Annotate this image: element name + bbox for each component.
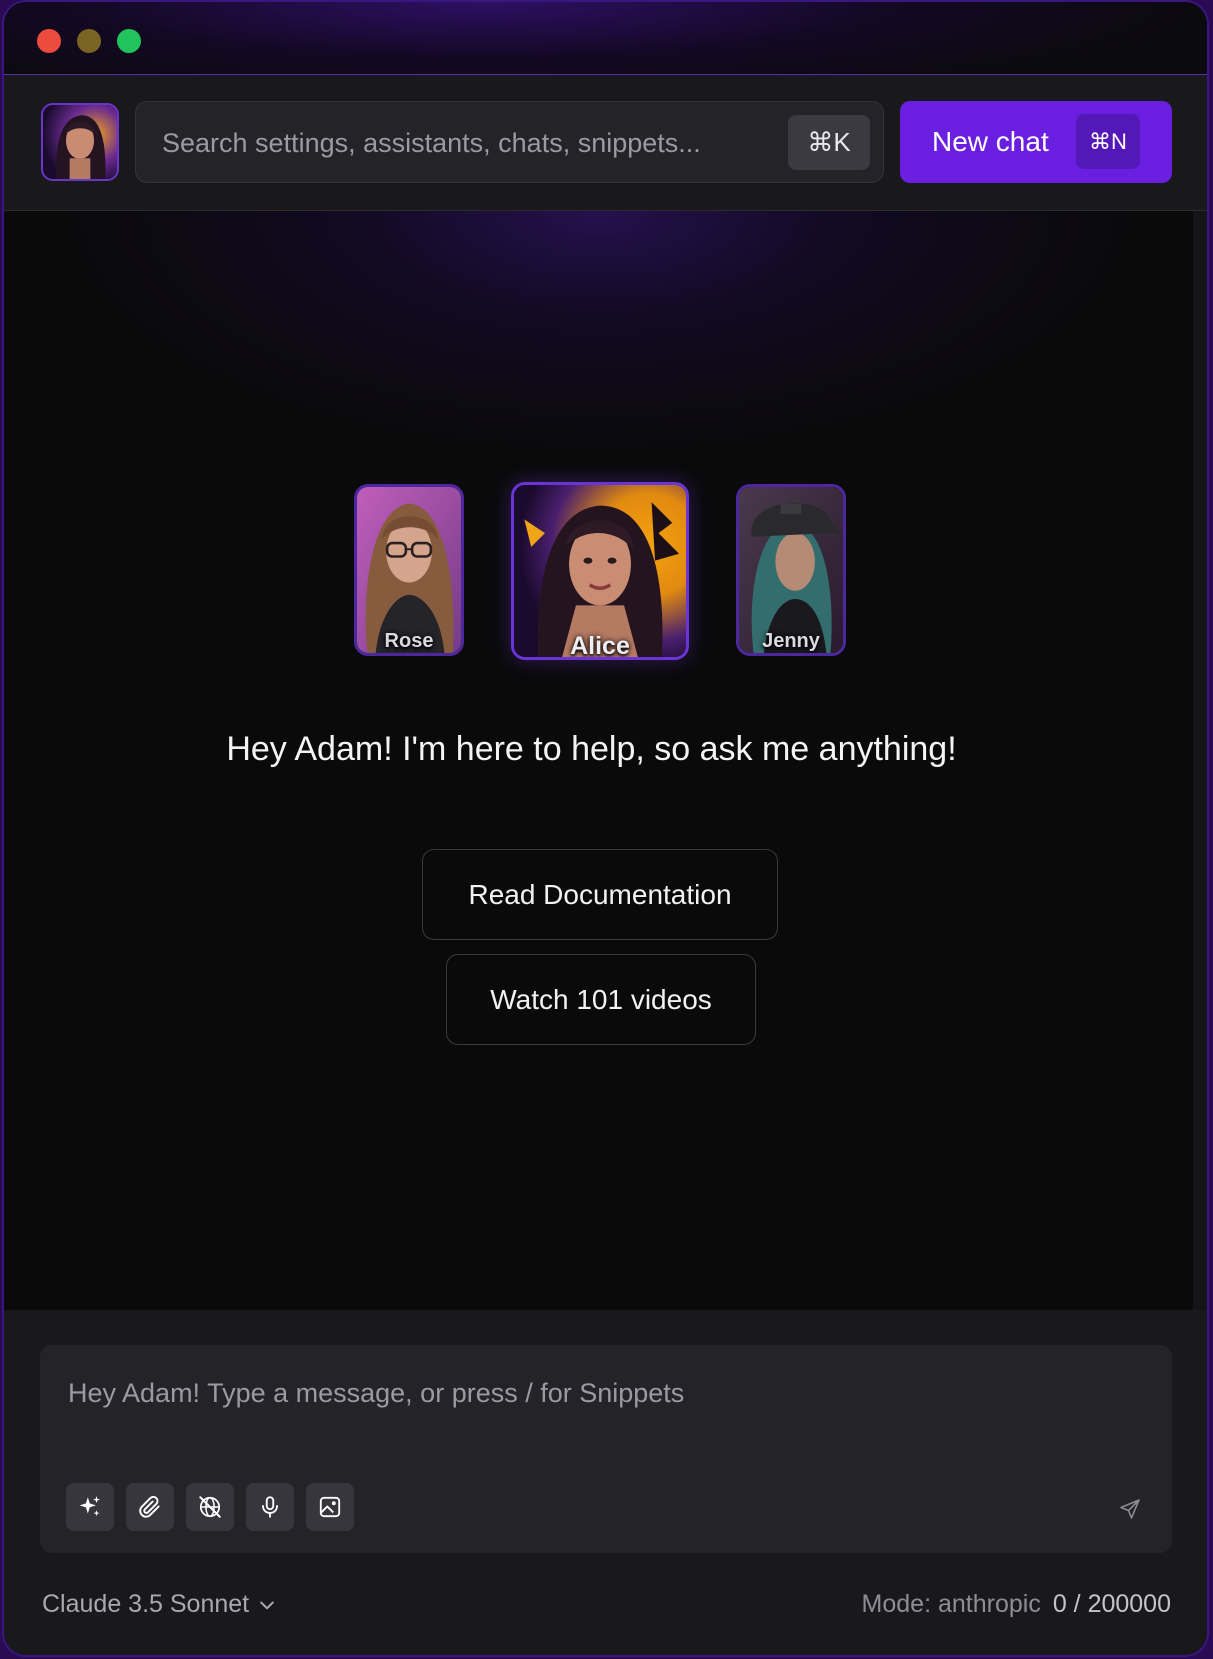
message-composer (40, 1345, 1172, 1553)
new-chat-button[interactable]: New chat ⌘N (900, 101, 1172, 183)
chevron-down-icon (260, 1601, 274, 1609)
search-shortcut-badge: ⌘K (788, 115, 870, 170)
attach-button[interactable] (126, 1483, 174, 1531)
assistant-card-alice[interactable]: Alice (511, 482, 689, 660)
paperclip-icon (139, 1495, 160, 1518)
new-chat-label: New chat (932, 126, 1049, 157)
web-search-toggle[interactable] (186, 1483, 234, 1531)
image-button[interactable] (306, 1483, 354, 1531)
send-button[interactable] (1116, 1495, 1144, 1523)
current-assistant-avatar[interactable] (41, 103, 119, 181)
search-input[interactable] (160, 102, 784, 184)
assistant-name-jenny: Jenny (762, 630, 820, 652)
sparkles-button[interactable] (66, 1483, 114, 1531)
close-window-button[interactable] (37, 29, 61, 53)
assistant-name-alice: Alice (570, 632, 630, 660)
global-search: ⌘K (135, 101, 884, 184)
maximize-window-button[interactable] (117, 29, 141, 53)
read-documentation-button[interactable]: Read Documentation (422, 849, 778, 940)
top-toolbar: ⌘K New chat ⌘N (4, 75, 1207, 211)
globe-off-icon (199, 1496, 221, 1518)
read-documentation-label: Read Documentation (468, 878, 732, 910)
greeting-text: Hey Adam! I'm here to help, so ask me an… (226, 730, 957, 768)
message-input[interactable] (66, 1367, 1150, 1419)
model-name: Claude 3.5 Sonnet (42, 1590, 250, 1618)
assistant-card-jenny[interactable]: Jenny (736, 484, 846, 656)
composer-area: Claude 3.5 Sonnet Mode: anthropic 0 / 20… (4, 1310, 1207, 1655)
new-chat-shortcut-badge: ⌘N (1076, 114, 1140, 169)
sparkles-icon (79, 1496, 100, 1517)
mode-label: Mode: anthropic (861, 1590, 1041, 1618)
microphone-icon (262, 1496, 278, 1518)
assistant-card-rose[interactable]: Rose (354, 484, 464, 656)
assistant-name-rose: Rose (384, 630, 434, 652)
model-selector[interactable]: Claude 3.5 Sonnet (42, 1590, 277, 1619)
main-scrollbar[interactable] (1193, 211, 1207, 1310)
app-window: ⌘K New chat ⌘N (4, 2, 1207, 1655)
watch-videos-label: Watch 101 videos (490, 983, 712, 1015)
minimize-window-button[interactable] (77, 29, 101, 53)
voice-input-button[interactable] (246, 1483, 294, 1531)
jenny-portrait-icon (739, 487, 843, 653)
send-icon (1120, 1499, 1140, 1519)
watch-videos-button[interactable]: Watch 101 videos (446, 954, 756, 1045)
status-bar: Mode: anthropic 0 / 200000 (862, 1590, 1171, 1619)
title-bar (4, 2, 1207, 75)
image-icon (319, 1496, 341, 1518)
rose-portrait-icon (357, 487, 461, 653)
token-counter: 0 / 200000 (1052, 1590, 1171, 1618)
main-content: Rose Alice Jenny Hey Adam! I'm here to h… (4, 211, 1193, 1310)
